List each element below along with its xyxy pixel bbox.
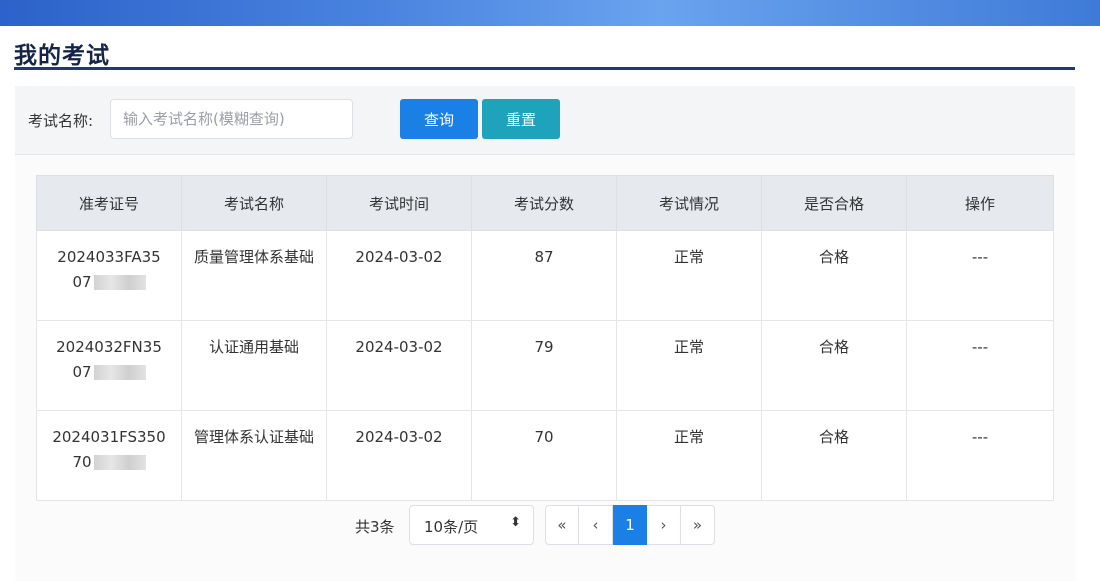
prev-page-button[interactable]: ‹ bbox=[579, 505, 613, 545]
exam-name-cell: 认证通用基础 bbox=[181, 320, 327, 411]
content-panel: 准考证号 考试名称 考试时间 考试分数 考试情况 是否合格 操作 2024033… bbox=[15, 155, 1075, 581]
search-panel: 考试名称: 查询 重置 bbox=[15, 86, 1075, 155]
operation-cell: --- bbox=[906, 410, 1054, 501]
exam-name-cell: 质量管理体系基础 bbox=[181, 230, 327, 321]
table-row: 2024032FN35 07 认证通用基础 2024-03-02 79 正常 合格… bbox=[36, 320, 1054, 411]
pagination: 共3条 10条/页 ⬍ « ‹ 1 › » bbox=[15, 505, 1075, 547]
page-size-value: 10条/页 bbox=[424, 518, 479, 536]
table-row: 2024031FS350 70 管理体系认证基础 2024-03-02 70 正常… bbox=[36, 410, 1054, 501]
pass-status-cell: 合格 bbox=[761, 410, 907, 501]
page-size-select[interactable]: 10条/页 ⬍ bbox=[409, 505, 534, 545]
operation-cell: --- bbox=[906, 320, 1054, 411]
total-count: 共3条 bbox=[355, 518, 395, 536]
next-page-button[interactable]: › bbox=[647, 505, 681, 545]
last-page-button[interactable]: » bbox=[681, 505, 715, 545]
exam-name-cell: 管理体系认证基础 bbox=[181, 410, 327, 501]
header-operation: 操作 bbox=[906, 175, 1054, 231]
page-number-button[interactable]: 1 bbox=[613, 505, 647, 545]
header-pass-status: 是否合格 bbox=[761, 175, 907, 231]
exam-score-cell: 87 bbox=[471, 230, 617, 321]
exam-name-search-input[interactable] bbox=[110, 99, 353, 139]
reset-button[interactable]: 重置 bbox=[482, 99, 560, 139]
admission-number-cell: 2024031FS350 70 bbox=[36, 410, 182, 501]
pass-status-cell: 合格 bbox=[761, 320, 907, 411]
exam-score-cell: 70 bbox=[471, 410, 617, 501]
exam-time-cell: 2024-03-02 bbox=[326, 320, 472, 411]
exam-time-cell: 2024-03-02 bbox=[326, 230, 472, 321]
header-exam-time: 考试时间 bbox=[326, 175, 472, 231]
operation-cell: --- bbox=[906, 230, 1054, 321]
select-arrows-icon: ⬍ bbox=[510, 515, 521, 530]
exam-score-cell: 79 bbox=[471, 320, 617, 411]
pass-status-cell: 合格 bbox=[761, 230, 907, 321]
exam-status-cell: 正常 bbox=[616, 410, 762, 501]
redacted-mark bbox=[93, 275, 146, 290]
admission-number-cell: 2024032FN35 07 bbox=[36, 320, 182, 411]
header-exam-status: 考试情况 bbox=[616, 175, 762, 231]
redacted-mark bbox=[93, 365, 146, 380]
admission-number-cell: 2024033FA35 07 bbox=[36, 230, 182, 321]
query-button[interactable]: 查询 bbox=[400, 99, 478, 139]
exam-status-cell: 正常 bbox=[616, 230, 762, 321]
redacted-mark bbox=[93, 455, 146, 470]
header-exam-score: 考试分数 bbox=[471, 175, 617, 231]
table-row: 2024033FA35 07 质量管理体系基础 2024-03-02 87 正常 … bbox=[36, 230, 1054, 321]
first-page-button[interactable]: « bbox=[545, 505, 579, 545]
exam-table: 准考证号 考试名称 考试时间 考试分数 考试情况 是否合格 操作 2024033… bbox=[36, 175, 1054, 501]
exam-status-cell: 正常 bbox=[616, 320, 762, 411]
top-banner bbox=[0, 0, 1100, 26]
header-exam-name: 考试名称 bbox=[181, 175, 327, 231]
page-title: 我的考试 bbox=[14, 43, 110, 69]
table-header-row: 准考证号 考试名称 考试时间 考试分数 考试情况 是否合格 操作 bbox=[36, 175, 1054, 231]
exam-name-label: 考试名称: bbox=[28, 112, 94, 130]
header-admission-number: 准考证号 bbox=[36, 175, 182, 231]
exam-time-cell: 2024-03-02 bbox=[326, 410, 472, 501]
title-divider bbox=[14, 67, 1075, 70]
